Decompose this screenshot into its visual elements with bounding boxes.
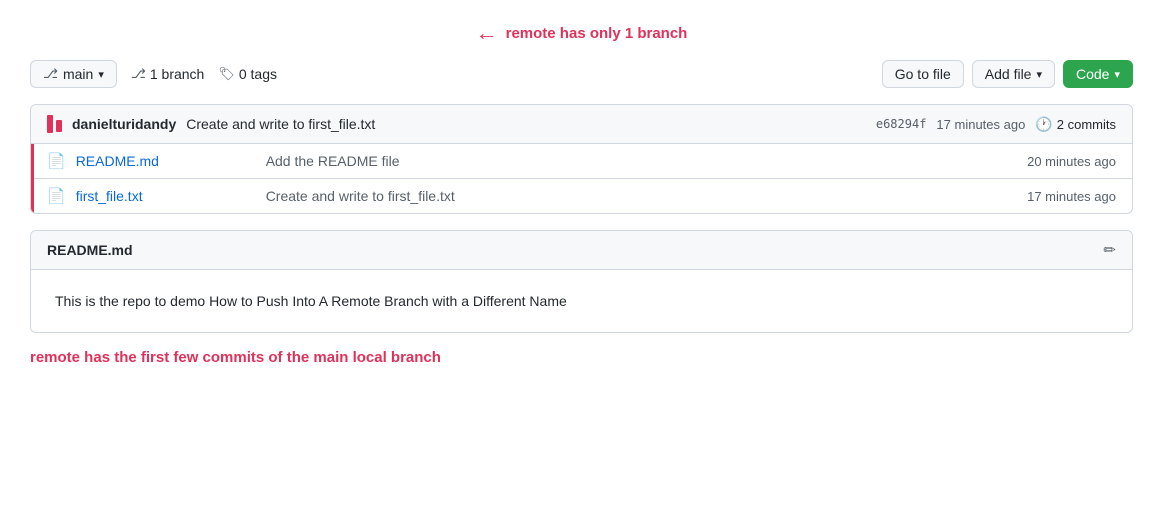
branch-count: ⎇ 1 branch (131, 66, 204, 82)
arrow-icon: ← (476, 20, 498, 46)
file-commit-message: Create and write to first_file.txt (266, 188, 1017, 204)
tag-count-label: 0 tags (239, 66, 277, 82)
file-time: 17 minutes ago (1027, 189, 1116, 204)
readme-body: This is the repo to demo How to Push Int… (31, 270, 1132, 332)
commit-hash: e68294f (876, 117, 927, 131)
clock-icon: 🕐 (1035, 116, 1052, 133)
top-annotation: ← remote has only 1 branch (30, 20, 1133, 46)
tag-icon: 🏷 (218, 66, 235, 82)
red-bar (31, 144, 34, 213)
commits-link[interactable]: 🕐 2 commits (1035, 116, 1116, 133)
toolbar-left: ⎇ main ▾ ⎇ 1 branch 🏷 0 tags (30, 60, 277, 88)
code-button[interactable]: Code ▾ (1063, 60, 1133, 88)
code-label: Code (1076, 66, 1109, 82)
file-commit-message: Add the README file (266, 153, 1017, 169)
file-icon: 📄 (47, 152, 66, 170)
top-annotation-text: remote has only 1 branch (506, 25, 688, 42)
branch-selector-button[interactable]: ⎇ main ▾ (30, 60, 117, 88)
bottom-annotation-text: remote has the first few commits of the … (30, 349, 441, 366)
file-icon: 📄 (47, 187, 66, 205)
commit-header-right: e68294f 17 minutes ago 🕐 2 commits (876, 116, 1116, 133)
commit-time: 17 minutes ago (936, 117, 1025, 132)
repo-box: danielturidandy Create and write to firs… (30, 104, 1133, 214)
commit-header-left: danielturidandy Create and write to firs… (47, 115, 375, 133)
commit-header: danielturidandy Create and write to firs… (31, 105, 1132, 144)
toolbar: ⎇ main ▾ ⎇ 1 branch 🏷 0 tags Go to file … (30, 60, 1133, 88)
file-name[interactable]: first_file.txt (76, 188, 256, 204)
commits-count: 2 commits (1057, 117, 1116, 132)
go-to-file-button[interactable]: Go to file (882, 60, 964, 88)
file-time: 20 minutes ago (1027, 154, 1116, 169)
commit-avatar-icon (47, 115, 62, 133)
readme-box: README.md ✏ This is the repo to demo How… (30, 230, 1133, 333)
avatar-bar-1 (47, 115, 53, 133)
edit-icon[interactable]: ✏ (1103, 241, 1116, 259)
table-row: 📄 first_file.txt Create and write to fir… (31, 179, 1132, 213)
branch-name: main (63, 66, 93, 82)
add-file-label: Add file (985, 66, 1032, 82)
branch-count-icon: ⎇ (131, 66, 146, 82)
file-rows-wrapper: 📄 README.md Add the README file 20 minut… (31, 144, 1132, 213)
add-file-button[interactable]: Add file ▾ (972, 60, 1055, 88)
file-list: 📄 README.md Add the README file 20 minut… (31, 144, 1132, 213)
branch-count-label: 1 branch (150, 66, 204, 82)
tag-count: 🏷 0 tags (218, 66, 277, 82)
chevron-down-icon: ▾ (98, 68, 104, 81)
add-file-chevron-icon: ▾ (1036, 68, 1042, 81)
table-row: 📄 README.md Add the README file 20 minut… (31, 144, 1132, 179)
commit-message: Create and write to first_file.txt (186, 116, 375, 132)
code-chevron-icon: ▾ (1114, 68, 1120, 81)
readme-title: README.md (47, 242, 133, 258)
bottom-annotation: remote has the first few commits of the … (30, 349, 1133, 366)
readme-content: This is the repo to demo How to Push Int… (55, 293, 567, 309)
commit-author[interactable]: danielturidandy (72, 116, 176, 132)
branch-icon: ⎇ (43, 66, 58, 82)
toolbar-right: Go to file Add file ▾ Code ▾ (882, 60, 1133, 88)
avatar-bar-2 (56, 120, 62, 132)
readme-header: README.md ✏ (31, 231, 1132, 270)
file-name[interactable]: README.md (76, 153, 256, 169)
